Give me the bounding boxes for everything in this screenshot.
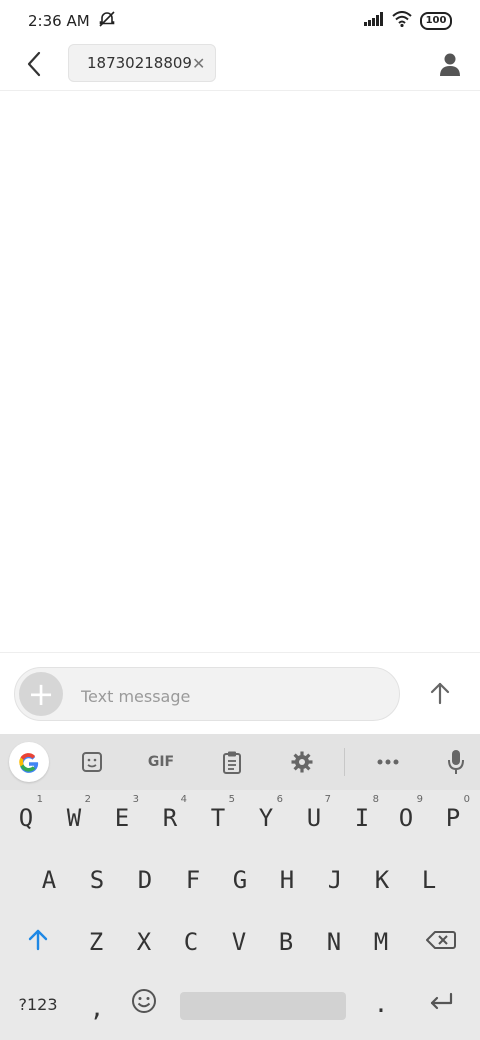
back-button[interactable] [18,50,50,82]
toolbar-divider [344,748,345,776]
send-button[interactable] [420,675,460,715]
microphone-icon[interactable] [436,742,476,782]
key-s[interactable]: S [74,852,120,908]
key-hint: 5 [228,794,235,805]
emoji-icon [131,988,157,1020]
person-icon [439,52,461,80]
key-hint: 9 [416,794,423,805]
key-label: U [306,804,322,832]
backspace-key[interactable] [418,914,464,970]
symbols-key[interactable]: ?123 [8,976,68,1032]
key-hint: 4 [180,794,187,805]
key-w[interactable]: W2 [51,790,97,846]
key-k[interactable]: K [359,852,405,908]
key-p[interactable]: P0 [430,790,476,846]
key-label: Q [18,804,34,832]
shift-arrow-icon [27,927,49,957]
key-label: Y [258,804,274,832]
status-time: 2:36 AM [28,12,90,30]
enter-icon [428,990,454,1018]
recipient-number: 18730218809 [87,54,192,72]
gif-button[interactable]: GIF [141,742,181,782]
key-label: T [210,804,226,832]
key-label: P [445,804,461,832]
period-key[interactable]: . [358,976,404,1032]
backspace-icon [426,928,456,956]
clipboard-icon[interactable] [212,742,252,782]
key-hint: 0 [463,794,470,805]
key-a[interactable]: A [26,852,72,908]
key-l[interactable]: L [406,852,452,908]
key-n[interactable]: N [311,914,357,970]
signal-icon [364,12,384,30]
key-b[interactable]: B [263,914,309,970]
key-y[interactable]: Y6 [243,790,289,846]
key-u[interactable]: U7 [291,790,337,846]
keyboard: G I F Q 1 W 2 E 3 R 4 T 5 Y 6 U 7 I 8 O 9 … [0,734,480,1040]
key-x[interactable]: X [121,914,167,970]
message-area [0,91,480,652]
key-hint: 7 [324,794,331,805]
close-icon[interactable]: ✕ [192,54,205,73]
plus-icon: + [27,675,55,713]
key-hint: 1 [36,794,43,805]
key-hint: 6 [276,794,283,805]
key-e[interactable]: E3 [99,790,145,846]
key-f[interactable]: F [170,852,216,908]
message-input[interactable] [79,680,383,712]
compose-bar: + [0,652,480,735]
key-c[interactable]: C [168,914,214,970]
key-o[interactable]: O9 [383,790,429,846]
contact-button[interactable] [434,50,466,82]
gear-icon[interactable] [282,742,322,782]
space-key[interactable] [180,992,346,1020]
key-hint: 8 [372,794,379,805]
comma-key[interactable]: , [74,980,120,1036]
chevron-left-icon [26,51,42,81]
key-label: O [398,804,414,832]
app-header: 18730218809 ✕ [0,42,480,91]
key-g[interactable]: G [217,852,263,908]
key-m[interactable]: M [358,914,404,970]
key-h[interactable]: H [264,852,310,908]
key-label: E [114,804,130,832]
key-t[interactable]: T5 [195,790,241,846]
key-z[interactable]: Z [73,914,119,970]
key-label: I [354,804,370,832]
key-v[interactable]: V [216,914,262,970]
emoji-key[interactable] [121,976,167,1032]
status-left: 2:36 AM [28,10,116,32]
key-label: W [66,804,82,832]
more-icon[interactable] [368,742,408,782]
key-d[interactable]: D [122,852,168,908]
key-j[interactable]: J [312,852,358,908]
key-hint: 2 [84,794,91,805]
recipient-chip[interactable]: 18730218809 ✕ [68,44,216,82]
shift-key[interactable] [15,914,61,970]
key-label: R [162,804,178,832]
muted-alarm-icon [98,10,116,32]
enter-key[interactable] [418,976,464,1032]
key-q[interactable]: Q1 [3,790,49,846]
arrow-up-icon [429,681,451,709]
key-i[interactable]: I8 [339,790,385,846]
keyboard-toolbar: GIF [0,734,480,790]
battery-icon: 100 [420,12,452,30]
add-attachment-button[interactable]: + [19,672,63,716]
google-icon[interactable] [9,742,49,782]
status-right: 100 [364,11,452,31]
key-hint: 3 [132,794,139,805]
status-bar: 2:36 AM 100 [0,0,480,42]
sticker-icon[interactable] [72,742,112,782]
key-r[interactable]: R4 [147,790,193,846]
wifi-icon [392,11,412,31]
message-input-container: + [14,667,400,721]
